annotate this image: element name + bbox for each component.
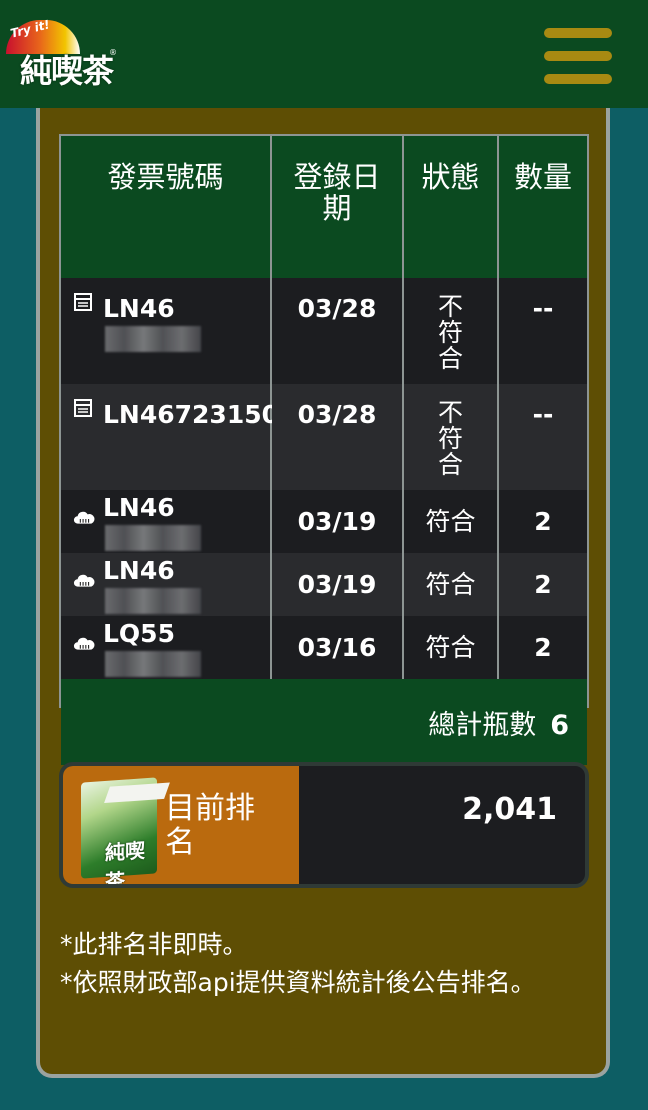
- date-cell: 03/28: [271, 384, 404, 490]
- invoice-number: LN46: [103, 294, 175, 323]
- quantity-cell: 2: [498, 616, 587, 679]
- status-cell: 不符合: [403, 384, 499, 490]
- header-quantity: 數量: [498, 136, 587, 278]
- quantity-cell: 2: [498, 490, 587, 553]
- rank-value: 2,041: [462, 792, 557, 827]
- rank-label-panel: 純喫茶 目前排名: [63, 766, 299, 884]
- registered-mark: ®: [109, 48, 117, 57]
- cloud-invoice-icon: [73, 631, 95, 650]
- logo-name: 純喫茶: [20, 52, 114, 90]
- status-cell: 符合: [403, 553, 499, 616]
- masked-digits: [105, 524, 201, 551]
- total-row: 總計瓶數 6: [61, 679, 587, 765]
- header-invoice-number: 發票號碼: [61, 136, 272, 278]
- menu-bar: [544, 28, 612, 38]
- quantity-cell: --: [498, 278, 587, 384]
- carton-brand-text: 純喫茶: [105, 838, 145, 888]
- status-cell: 符合: [403, 616, 499, 679]
- masked-digits: [105, 326, 201, 352]
- table-header-row: 發票號碼 登錄日期 狀態 數量: [61, 136, 587, 278]
- invoice-number-cell: LN46723150: [61, 384, 279, 490]
- paper-invoice-icon: [73, 288, 93, 311]
- status-cell: 不符合: [403, 278, 499, 384]
- masked-digits: [105, 650, 201, 677]
- date-cell: 03/16: [271, 616, 404, 679]
- invoice-number-cell: LN46: [61, 553, 272, 616]
- invoice-number: LQ55: [103, 618, 175, 648]
- note-source: *依照財政部api提供資料統計後公告排名。: [60, 968, 536, 997]
- cloud-invoice-icon: [73, 568, 95, 587]
- quantity-cell: --: [498, 384, 587, 490]
- header-status: 狀態: [403, 136, 499, 278]
- table-row[interactable]: LN46723150 03/28 不符合 --: [61, 384, 587, 490]
- invoice-number: LN46: [103, 555, 175, 585]
- invoice-number-cell: LQ55: [61, 616, 272, 679]
- note-realtime: *此排名非即時。: [60, 930, 248, 959]
- top-bar: Try it! 純喫茶 ®: [0, 0, 648, 108]
- invoice-number-cell: LN46: [61, 490, 272, 553]
- masked-digits: [105, 587, 201, 614]
- quantity-cell: 2: [498, 553, 587, 616]
- brand-logo[interactable]: Try it! 純喫茶 ®: [6, 16, 117, 96]
- tea-carton-image: 純喫茶: [81, 777, 170, 884]
- total-value: 6: [550, 710, 569, 741]
- notes: *此排名非即時。 *依照財政部api提供資料統計後公告排名。: [60, 926, 580, 1002]
- table-row[interactable]: LN46 03/19 符合 2: [61, 490, 587, 553]
- carton-top: [104, 782, 170, 804]
- header-register-date: 登錄日期: [271, 136, 404, 278]
- invoice-number-cell: LN46: [61, 278, 272, 384]
- table-row[interactable]: LN46 03/19 符合 2: [61, 553, 587, 616]
- table-row[interactable]: LQ55 03/16 符合 2: [61, 616, 587, 679]
- invoice-number: LN46723150: [103, 400, 280, 429]
- cloud-invoice-icon: [73, 505, 95, 524]
- total-label: 總計瓶數: [428, 710, 537, 741]
- date-cell: 03/19: [271, 553, 404, 616]
- paper-invoice-icon: [73, 394, 93, 417]
- menu-bar: [544, 51, 612, 61]
- rank-label: 目前排名: [165, 791, 255, 860]
- rank-card: 純喫茶 目前排名 2,041: [59, 762, 589, 888]
- date-cell: 03/28: [271, 278, 404, 384]
- date-cell: 03/19: [271, 490, 404, 553]
- invoice-number: LN46: [103, 492, 175, 522]
- menu-bar: [544, 74, 612, 84]
- table-row[interactable]: LN46 03/28 不符合 --: [61, 278, 587, 384]
- status-cell: 符合: [403, 490, 499, 553]
- invoice-table: 發票號碼 登錄日期 狀態 數量 LN46 03/28 不符合 -- LN46723150…: [59, 134, 589, 765]
- menu-button[interactable]: [544, 28, 612, 84]
